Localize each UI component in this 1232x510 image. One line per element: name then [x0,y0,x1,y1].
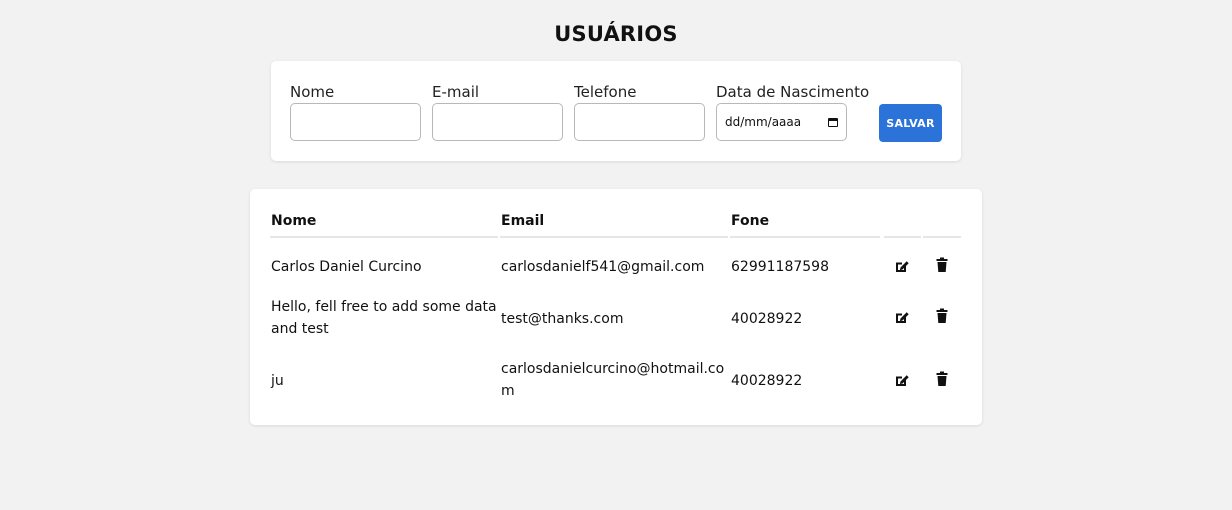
trash-icon[interactable] [934,371,950,387]
user-form: Nome E-mail Telefone Data de Nascimento … [271,61,961,161]
header-divider [884,236,921,238]
row-name: Carlos Daniel Curcino [271,259,422,275]
row-email: carlosdanielcurcino@hotmail.com [501,361,725,399]
column-header-phone: Fone [731,213,770,229]
page-title: USUÁRIOS [554,22,678,46]
trash-icon[interactable] [934,257,950,273]
calendar-icon[interactable] [828,117,838,127]
column-header-email: Email [501,213,545,229]
header-divider [923,236,961,238]
edit-icon[interactable] [894,372,910,388]
header-divider [500,236,728,238]
row-email: test@thanks.com [501,311,624,327]
header-divider [270,236,498,238]
edit-icon[interactable] [894,258,910,274]
name-label: Nome [290,83,335,101]
email-label: E-mail [432,83,480,101]
header-divider [730,236,880,238]
phone-field-group: Telefone [574,82,705,141]
name-input[interactable] [290,103,421,141]
trash-icon[interactable] [934,308,950,324]
birth-field-group: Data de Nascimento dd/mm/aaaa [716,82,869,141]
users-table: Nome Email Fone Carlos Daniel Curcino ca… [250,189,982,425]
birth-date-placeholder: dd/mm/aaaa [725,115,802,129]
email-input[interactable] [432,103,563,141]
column-header-name: Nome [271,213,317,229]
row-name: Hello, fell free to add some data and te… [271,299,497,337]
edit-icon[interactable] [894,309,910,325]
phone-input[interactable] [574,103,705,141]
email-field-group: E-mail [432,82,563,141]
birth-date-input[interactable]: dd/mm/aaaa [716,103,847,141]
save-button[interactable]: SALVAR [879,104,942,142]
row-phone: 40028922 [731,373,803,389]
row-phone: 62991187598 [731,259,829,275]
birth-label: Data de Nascimento [716,83,870,101]
phone-label: Telefone [574,83,637,101]
row-phone: 40028922 [731,311,803,327]
row-email: carlosdanielf541@gmail.com [501,259,705,275]
name-field-group: Nome [290,82,421,141]
row-name: ju [271,373,284,389]
